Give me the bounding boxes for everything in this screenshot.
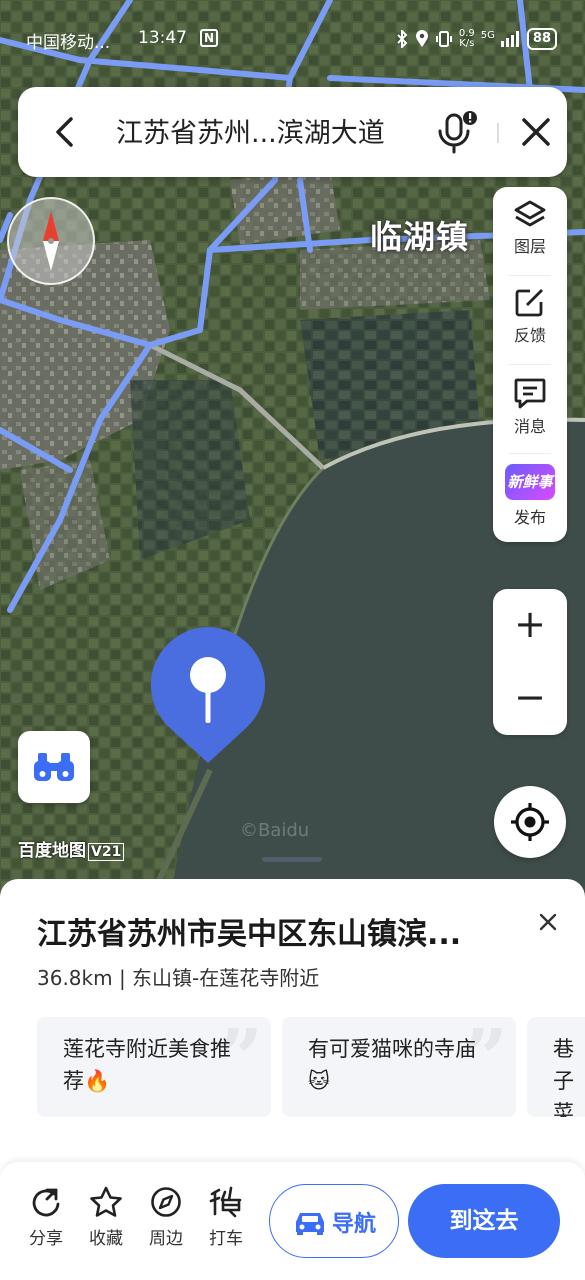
taxi-button[interactable]: 打车 [201, 1186, 251, 1249]
layers-label: 图层 [513, 237, 546, 256]
layers-button[interactable]: 图层 [493, 187, 567, 275]
bluetooth-icon [397, 30, 408, 48]
place-title: 江苏省苏州市吴中区东山镇滨... [37, 917, 462, 952]
xinxianshi-icon: 新鲜事 [505, 464, 555, 500]
feedback-button[interactable]: 反馈 [493, 276, 567, 364]
sheet-drag-handle[interactable] [262, 857, 322, 862]
map-place-label: 临湖镇 [370, 218, 470, 256]
taxi-label: 打车 [209, 1229, 243, 1249]
favorite-label: 收藏 [89, 1229, 123, 1249]
search-bar[interactable]: 江苏省苏州...滨湖大道 [18, 87, 567, 177]
card-text: 巷子菜 [553, 1037, 574, 1117]
location-icon [415, 30, 428, 47]
vibrate-icon [435, 31, 452, 47]
compass-icon [151, 1187, 181, 1217]
car-icon [296, 1213, 324, 1235]
search-query[interactable]: 江苏省苏州...滨湖大道 [116, 111, 385, 150]
place-subtitle: 36.8km | 东山镇-在莲花寺附近 [37, 966, 320, 990]
net-speed-unit: K/s [459, 38, 475, 49]
signal-type: 5G [480, 29, 495, 41]
street-view-button[interactable] [18, 731, 90, 803]
recommendation-cards: ” 莲花寺附近美食推荐🔥 ” 有可爱猫咪的寺庙🐱 巷子菜 [37, 1017, 585, 1117]
favorite-button[interactable]: 收藏 [81, 1186, 131, 1249]
compass-button[interactable] [7, 197, 95, 285]
map-view[interactable]: 中国移动... 13:47 N 0.9 K/s 5G 88 江苏省苏州...滨湖大… [0, 0, 585, 900]
search-divider [497, 123, 499, 143]
zoom-control: + − [493, 589, 567, 735]
share-icon [32, 1188, 60, 1217]
zoom-in-button[interactable]: + [493, 589, 567, 662]
nearby-button[interactable]: 周边 [141, 1186, 191, 1249]
baidu-map-logo: 百度地图 V21 [18, 836, 125, 861]
message-icon [514, 378, 546, 409]
feedback-label: 反馈 [513, 326, 546, 345]
microphone-icon[interactable] [436, 109, 480, 155]
messages-button[interactable]: 消息 [493, 365, 567, 453]
net-speed: 0.9 K/s [459, 29, 475, 49]
layers-icon [514, 200, 546, 227]
battery-indicator: 88 [526, 28, 557, 50]
recommendation-card[interactable]: ” 莲花寺附近美食推荐🔥 [37, 1017, 271, 1117]
taxi-icon [209, 1186, 242, 1218]
card-text: 有可爱猫咪的寺庙🐱 [308, 1037, 476, 1093]
signal-icon [500, 31, 519, 47]
logo-text: 百度地图 [18, 841, 86, 861]
recommendation-card[interactable]: ” 有可爱猫咪的寺庙🐱 [282, 1017, 516, 1117]
go-here-button[interactable]: 到这去 [408, 1184, 560, 1258]
close-icon[interactable] [518, 114, 554, 150]
card-text: 莲花寺附近美食推荐🔥 [63, 1037, 231, 1093]
back-arrow-icon[interactable] [46, 113, 84, 151]
map-watermark: ©Baidu [240, 820, 310, 841]
logo-version: V21 [88, 843, 125, 861]
location-pin-icon[interactable] [148, 625, 268, 765]
nfc-icon: N [200, 29, 218, 47]
zoom-out-button[interactable]: − [493, 662, 567, 735]
clock: 13:47 [138, 28, 187, 48]
nearby-label: 周边 [149, 1229, 183, 1249]
publish-button[interactable]: 新鲜事 发布 [493, 454, 567, 542]
crosshair-icon [511, 803, 549, 841]
status-bar: 中国移动... 13:47 N 0.9 K/s 5G 88 [0, 26, 585, 54]
feedback-icon [515, 289, 543, 317]
map-tools-panel: 图层 反馈 消息 新鲜事 发布 [493, 187, 567, 542]
share-label: 分享 [29, 1229, 63, 1249]
recommendation-card[interactable]: 巷子菜 [527, 1017, 585, 1117]
navigate-label: 导航 [332, 1212, 377, 1237]
binoculars-icon [34, 753, 74, 781]
messages-label: 消息 [513, 417, 546, 436]
close-icon[interactable] [538, 912, 558, 932]
carrier-label: 中国移动... [26, 33, 111, 53]
my-location-button[interactable] [494, 786, 566, 858]
share-button[interactable]: 分享 [21, 1186, 71, 1249]
navigate-button[interactable]: 导航 [269, 1184, 399, 1258]
star-icon [90, 1186, 122, 1217]
publish-label: 发布 [513, 508, 546, 527]
compass-needle-icon [43, 211, 59, 271]
action-bar: 分享 收藏 周边 打车 导航 到这去 [0, 1162, 585, 1280]
